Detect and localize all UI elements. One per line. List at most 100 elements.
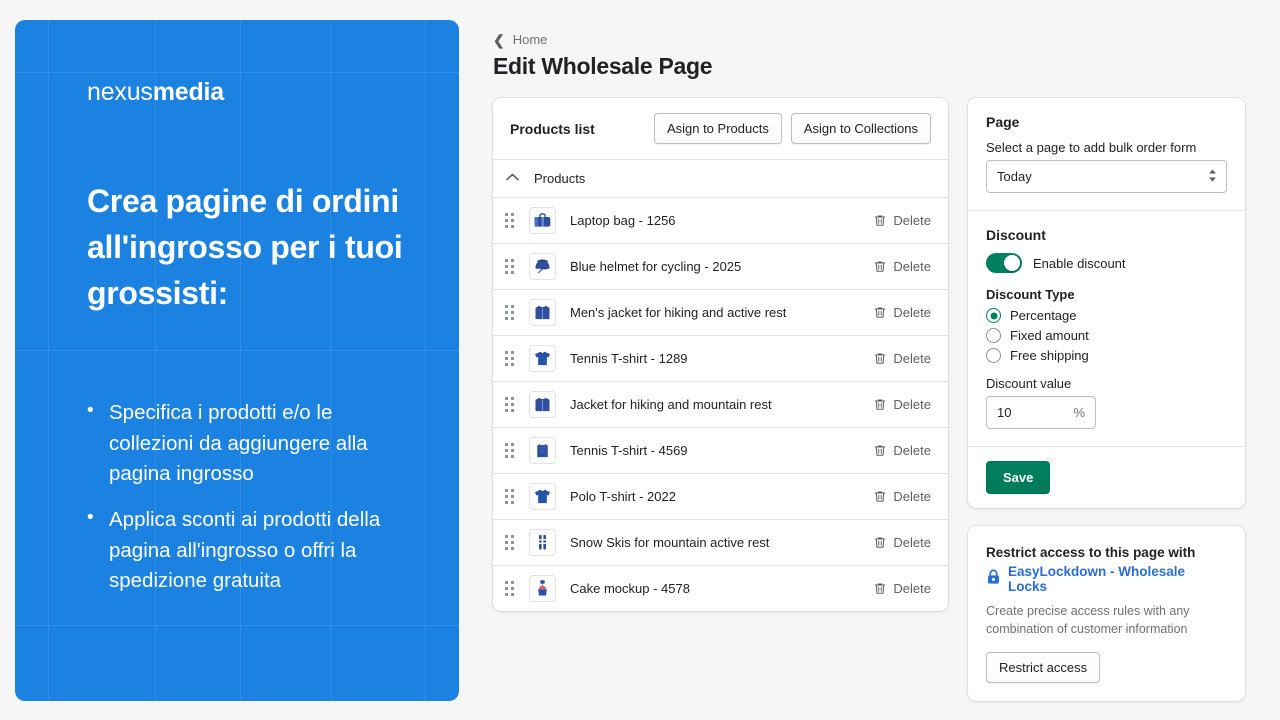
product-name: Polo T-shirt - 2022 (570, 489, 676, 504)
drag-handle-icon[interactable] (505, 534, 519, 551)
promo-heading: Crea pagine di ordini all'ingrosso per i… (87, 183, 403, 311)
app-root: nexusmedia Crea pagine di ordini all'ing… (0, 0, 1280, 720)
product-thumbnail (529, 529, 556, 556)
drag-handle-icon[interactable] (505, 258, 519, 275)
products-section-toggle[interactable]: Products (493, 159, 948, 197)
products-card-header: Products list Asign to Products Asign to… (493, 98, 948, 159)
discount-value-label: Discount value (986, 376, 1072, 391)
radio-icon (986, 328, 1001, 343)
trash-icon (873, 305, 887, 320)
delete-label: Delete (893, 213, 931, 228)
drag-handle-icon[interactable] (505, 396, 519, 413)
table-row[interactable]: Laptop bag - 1256 Delete (493, 197, 948, 243)
logo-text-bold: media (152, 78, 224, 106)
promo-bullet-item: Applica sconti ai prodotti della pagina … (87, 504, 402, 596)
delete-button[interactable]: Delete (873, 259, 931, 274)
table-row[interactable]: Tennis T-shirt - 4569 Delete (493, 427, 948, 473)
product-name: Men's jacket for hiking and active rest (570, 305, 787, 320)
table-row[interactable]: Men's jacket for hiking and active rest D… (493, 289, 948, 335)
easylockdown-link-text: EasyLockdown - Wholesale Locks (1008, 563, 1186, 594)
discount-type-percentage[interactable]: Percentage (986, 308, 1227, 323)
discount-section-title: Discount (986, 227, 1046, 243)
table-row[interactable]: Snow Skis for mountain active rest Delete (493, 519, 948, 565)
updown-chevron-icon (1208, 168, 1217, 185)
delete-label: Delete (893, 259, 931, 274)
product-thumbnail (529, 207, 556, 234)
drag-handle-icon[interactable] (505, 304, 519, 321)
delete-button[interactable]: Delete (873, 397, 931, 412)
easylockdown-link[interactable]: EasyLockdown - Wholesale Locks (986, 564, 1227, 594)
assign-to-collections-button[interactable]: Asign to Collections (790, 113, 931, 144)
delete-label: Delete (893, 351, 931, 366)
breadcrumb[interactable]: ❮ Home (493, 32, 1255, 47)
page-select-value: Today (997, 169, 1032, 184)
restrict-access-description: Create precise access rules with any com… (986, 603, 1190, 636)
products-column: Products list Asign to Products Asign to… (493, 98, 948, 611)
discount-type-free-shipping[interactable]: Free shipping (986, 348, 1227, 363)
drag-handle-icon[interactable] (505, 350, 519, 367)
page-section: Page Select a page to add bulk order for… (968, 98, 1245, 210)
assign-to-products-button[interactable]: Asign to Products (653, 113, 782, 144)
discount-section: Discount Enable discount Discount Type P… (968, 210, 1245, 446)
products-list-title: Products list (510, 120, 595, 137)
trash-icon (873, 213, 887, 228)
delete-button[interactable]: Delete (873, 489, 931, 504)
delete-button[interactable]: Delete (873, 581, 931, 596)
chevron-up-icon (506, 173, 519, 184)
restrict-access-button[interactable]: Restrict access (986, 651, 1101, 683)
page-select[interactable]: Today (986, 160, 1227, 193)
trash-icon (873, 443, 887, 458)
trash-icon (873, 581, 887, 596)
discount-value-field[interactable]: % (986, 396, 1096, 429)
trash-icon (873, 489, 887, 504)
table-row[interactable]: Jacket for hiking and mountain rest Delet… (493, 381, 948, 427)
table-row[interactable]: Cake mockup - 4578 Delete (493, 565, 948, 611)
table-row[interactable]: Tennis T-shirt - 1289 Delete (493, 335, 948, 381)
drag-handle-icon[interactable] (505, 442, 519, 459)
radio-icon (986, 348, 1001, 363)
lock-icon (986, 569, 1001, 588)
product-name: Laptop bag - 1256 (570, 213, 676, 228)
chevron-left-icon: ❮ (493, 31, 505, 48)
drag-handle-icon[interactable] (505, 212, 519, 229)
delete-label: Delete (893, 443, 931, 458)
product-thumbnail (529, 391, 556, 418)
product-thumbnail (529, 253, 556, 280)
breadcrumb-label: Home (512, 32, 548, 47)
promo-bullet-item: Specifica i prodotti e/o le collezioni d… (87, 397, 402, 489)
promo-bullet-list: Specifica i prodotti e/o le collezioni d… (87, 397, 419, 596)
product-thumbnail (529, 575, 556, 602)
delete-label: Delete (893, 535, 931, 550)
page-section-description: Select a page to add bulk order form (986, 140, 1197, 155)
discount-value-input[interactable] (997, 405, 1074, 420)
products-section-label: Products (534, 171, 586, 186)
delete-button[interactable]: Delete (873, 351, 931, 366)
logo-text-light: nexus (87, 78, 153, 106)
delete-button[interactable]: Delete (873, 213, 931, 228)
delete-button[interactable]: Delete (873, 443, 931, 458)
table-row[interactable]: Blue helmet for cycling - 2025 Delete (493, 243, 948, 289)
drag-handle-icon[interactable] (505, 580, 519, 597)
product-thumbnail (529, 437, 556, 464)
product-name: Cake mockup - 4578 (570, 581, 690, 596)
product-thumbnail (529, 345, 556, 372)
table-row[interactable]: Polo T-shirt - 2022 Delete (493, 473, 948, 519)
product-thumbnail (529, 483, 556, 510)
radio-icon (986, 308, 1001, 323)
delete-label: Delete (893, 305, 931, 320)
promo-panel: nexusmedia Crea pagine di ordini all'ing… (15, 20, 459, 701)
delete-label: Delete (893, 397, 931, 412)
enable-discount-toggle[interactable] (986, 253, 1022, 273)
enable-discount-row[interactable]: Enable discount (986, 253, 1227, 273)
product-thumbnail (529, 299, 556, 326)
discount-type-fixed-amount[interactable]: Fixed amount (986, 328, 1227, 343)
product-name: Tennis T-shirt - 4569 (570, 443, 688, 458)
product-name: Tennis T-shirt - 1289 (570, 351, 688, 366)
save-button[interactable]: Save (986, 461, 1051, 494)
delete-button[interactable]: Delete (873, 305, 931, 320)
drag-handle-icon[interactable] (505, 488, 519, 505)
delete-label: Delete (893, 581, 931, 596)
product-name: Snow Skis for mountain active rest (570, 535, 770, 550)
delete-button[interactable]: Delete (873, 535, 931, 550)
page-section-title: Page (986, 114, 1020, 130)
